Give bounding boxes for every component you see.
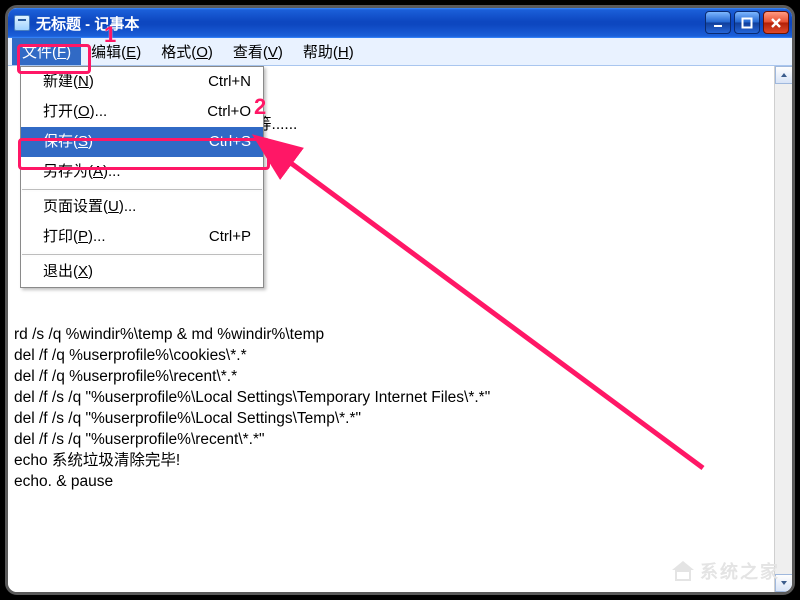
menu-item-exit[interactable]: 退出(X) [21,257,263,287]
menu-item-save[interactable]: 保存(S) Ctrl+S [21,127,263,157]
window-buttons [705,11,789,34]
menu-view[interactable]: 查看(V) [223,38,293,65]
maximize-button[interactable] [734,11,760,34]
title-bar[interactable]: 无标题 - 记事本 [8,8,792,38]
watermark-text: 系统之家 [700,558,780,584]
menu-file[interactable]: 文件(F) [12,38,81,65]
menu-format[interactable]: 格式(O) [151,38,223,65]
menu-item-saveas[interactable]: 另存为(A)... [21,157,263,187]
menu-item-new[interactable]: 新建(N) Ctrl+N [21,67,263,97]
close-button[interactable] [763,11,789,34]
menu-item-pagesetup[interactable]: 页面设置(U)... [21,192,263,222]
annotation-label-2: 2 [254,94,266,120]
watermark: 系统之家 [672,558,780,584]
house-icon [672,561,694,581]
menu-separator [22,254,262,255]
notepad-icon [14,15,30,31]
file-menu-dropdown: 新建(N) Ctrl+N 打开(O)... Ctrl+O 保存(S) Ctrl+… [20,66,264,288]
minimize-button[interactable] [705,11,731,34]
window-title: 无标题 - 记事本 [36,13,139,34]
window-frame: 无标题 - 记事本 文件(F) 编辑(E) 格式(O) 查看(V) 帮助(H) [5,5,795,595]
menu-separator [22,189,262,190]
scroll-up-button[interactable] [775,66,792,84]
menu-item-print[interactable]: 打印(P)... Ctrl+P [21,222,263,252]
annotation-label-1: 1 [104,22,116,48]
vertical-scrollbar[interactable] [774,66,792,592]
menu-item-open[interactable]: 打开(O)... Ctrl+O [21,97,263,127]
menu-bar: 文件(F) 编辑(E) 格式(O) 查看(V) 帮助(H) [8,38,792,66]
menu-help[interactable]: 帮助(H) [293,38,364,65]
